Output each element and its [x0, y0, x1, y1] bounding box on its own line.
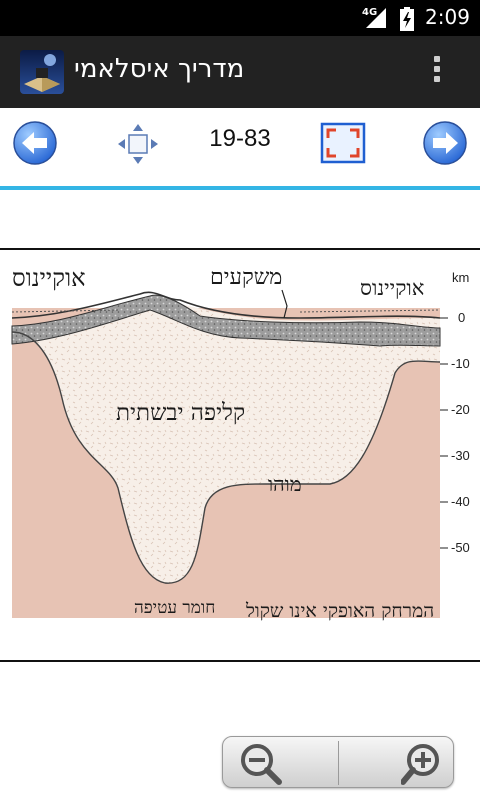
battery-charging-icon [400, 7, 414, 31]
depth-tick: -40 [451, 494, 470, 509]
next-page-button[interactable] [422, 120, 468, 166]
pan-move-button[interactable] [116, 122, 160, 166]
overflow-menu-icon[interactable] [430, 56, 444, 90]
label-sediments: משקעים [210, 265, 283, 290]
depth-tick: 0 [458, 310, 466, 325]
label-scale-note: המרחק האופקי אינו שקול [246, 600, 435, 622]
zoom-in-button[interactable] [401, 741, 447, 785]
label-ocean-left: אוקיינוס [12, 264, 86, 292]
status-bar: 4G 2:09 [0, 0, 480, 36]
depth-axis-unit: km [452, 270, 470, 285]
figure-bottom-border [0, 660, 480, 662]
depth-tick: -50 [451, 540, 470, 555]
fullscreen-button[interactable] [320, 122, 366, 164]
app-logo-icon[interactable] [20, 50, 64, 94]
zoom-controls [222, 736, 454, 788]
signal-icon [366, 8, 386, 28]
page-toolbar: 19-83 [0, 108, 480, 186]
app-title: מדריך איסלאמי [74, 54, 245, 84]
depth-tick: -30 [451, 448, 470, 463]
zoom-separator [338, 741, 339, 785]
toolbar-divider [0, 186, 480, 190]
label-continental-crust: קליפה יבשתית [116, 400, 246, 426]
zoom-out-button[interactable] [237, 741, 283, 785]
label-ocean-right: אוקיינוס [360, 276, 425, 300]
clock: 2:09 [425, 5, 470, 29]
previous-page-button[interactable] [12, 120, 58, 166]
label-moho: מוהו [268, 472, 302, 496]
label-mantle: חומר עטיפה [134, 598, 216, 618]
page-indicator: 19-83 [209, 125, 271, 152]
depth-tick: -10 [451, 356, 470, 371]
action-bar: מדריך איסלאמי [0, 36, 480, 108]
crust-cross-section-figure: אוקיינוס משקעים אוקיינוס קליפה יבשתית מו… [0, 248, 480, 664]
depth-tick: -20 [451, 402, 470, 417]
